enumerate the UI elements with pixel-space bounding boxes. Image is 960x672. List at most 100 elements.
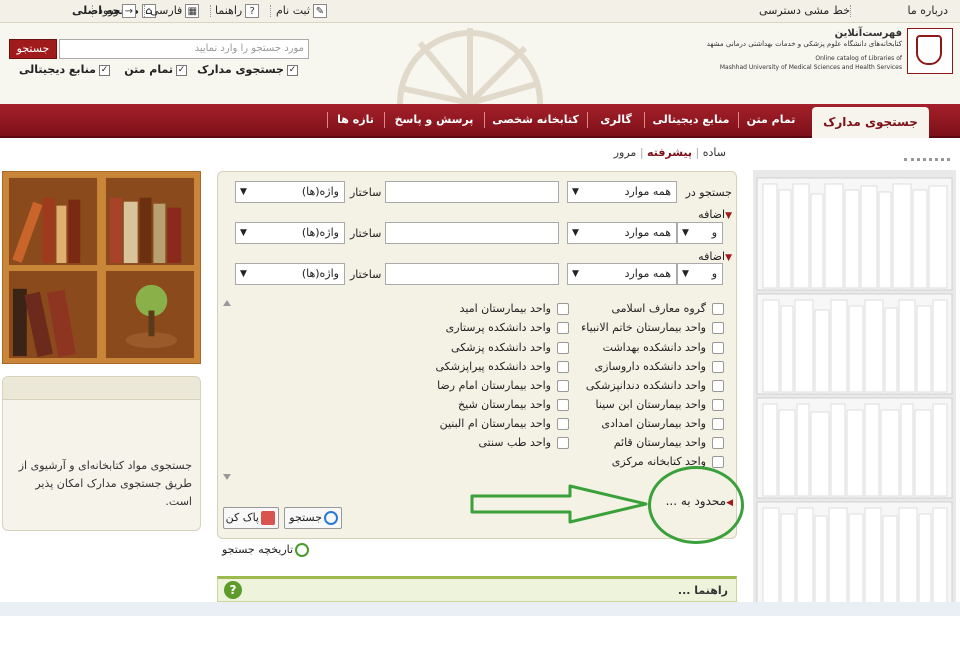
mode-advanced[interactable]: پیشرفته [647,146,692,159]
checkbox-icon [712,303,724,315]
dropdown-arrow-icon: ▼ [572,228,579,238]
search-text-1[interactable] [385,181,559,203]
checkbox-icon [712,418,724,430]
triangle-down-icon: ▼ [725,211,732,221]
quick-search-input[interactable]: مورد جستجو را وارد نمایید [59,39,309,59]
unit-checkbox[interactable]: واحد دانشکده داروسازی [595,360,724,373]
unit-checkbox[interactable]: واحد دانشکده پیراپزشکی [436,360,569,373]
operator-select-2[interactable]: و ▼ [677,222,723,244]
header: فهرست‌آنلاین کتابخانه‌های دانشگاه علوم پ… [0,23,960,104]
eraser-icon [261,511,275,525]
unit-checkbox[interactable]: واحد دانشکده دندانپزشکی [586,379,724,392]
words-select-1[interactable]: واژه(ها) ▼ [235,181,345,203]
access-policy-link[interactable]: خط مشی دسترسی [759,3,850,19]
about-link[interactable]: درباره ما [908,3,948,19]
checkbox-icon [557,361,569,373]
units-scrollbar[interactable] [222,296,232,484]
search-button[interactable]: جستجو [284,507,342,529]
field-select-1[interactable]: همه موارد ▼ [567,181,677,203]
help-link[interactable]: ?راهنما [215,3,260,19]
checkbox-icon [712,437,724,449]
edit-icon: ✎ [312,4,327,18]
footer-strip [0,602,960,616]
checkbox-icon [557,380,569,392]
words-select-3[interactable]: واژه(ها) ▼ [235,263,345,285]
unit-checkbox[interactable]: واحد بیمارستان خاتم الانبیاء [581,321,724,334]
tab-personal-library[interactable]: کتابخانه شخصی [485,104,586,136]
tab-fulltext[interactable]: تمام متن [739,104,803,136]
unit-checkbox[interactable]: گروه معارف اسلامی [611,302,724,315]
tab-document-search[interactable]: جستجوی مدارک [812,107,929,138]
mode-browse[interactable]: مرور [614,146,637,159]
field-select-3[interactable]: همه موارد ▼ [567,263,677,285]
field-select-2[interactable]: همه موارد ▼ [567,222,677,244]
quick-search-button[interactable]: جستجو [9,39,57,59]
decorative-wheel-icon [397,28,543,104]
unit-checkbox[interactable]: واحد بیمارستان ام البنین [440,417,569,430]
unit-checkbox[interactable]: واحد دانشکده بهداشت [603,341,724,354]
help-bar[interactable]: راهنما ... ? [217,576,737,602]
info-box: جستجوی مواد کتابخانه‌ای و آرشیوی از طریق… [2,376,201,531]
add-row-link-2[interactable]: ▼اضافه [698,250,732,263]
tab-digital-resources[interactable]: منابع دیجیتالی [645,104,737,136]
bookshelf-image [753,170,956,610]
checkbox-icon [712,361,724,373]
register-link[interactable]: ✎ثبت نام [276,3,327,19]
dropdown-arrow-icon: ▼ [572,269,579,279]
checkbox-icon [712,380,724,392]
add-row-link-1[interactable]: ▼اضافه [698,208,732,221]
clear-button[interactable]: پاک کن [223,507,279,529]
dropdown-arrow-icon: ▼ [240,228,247,238]
tab-gallery[interactable]: گالری [588,104,644,136]
unit-checkbox[interactable]: واحد طب سنتی [478,436,569,449]
tab-new-items[interactable]: تازه ها [328,104,383,136]
dropdown-arrow-icon: ▼ [572,187,579,197]
checkbox-checked-icon: ✓ [99,64,110,76]
checkbox-icon [712,342,724,354]
login-link[interactable]: →ورود [98,3,136,19]
search-text-2[interactable] [385,222,559,244]
checkbox-icon [712,322,724,334]
checkbox-icon [712,456,724,468]
unit-checkbox[interactable]: واحد بیمارستان ابن سینا [596,398,724,411]
structure-label-1: ساختار [350,186,382,199]
unit-checkbox[interactable]: واحد بیمارستان امدادی [601,417,724,430]
operator-select-3[interactable]: و ▼ [677,263,723,285]
check-fulltext[interactable]: ✓تمام متن [124,63,187,76]
checkbox-icon [557,437,569,449]
search-text-3[interactable] [385,263,559,285]
question-icon: ? [245,4,260,18]
checkbox-checked-icon: ✓ [287,64,298,76]
search-history-link[interactable]: تاریخچه جستجو [222,543,310,557]
check-documents[interactable]: ✓جستجوی مدارک [197,63,298,76]
search-in-label: جستجو در [685,186,732,199]
words-select-2[interactable]: واژه(ها) ▼ [235,222,345,244]
mode-simple[interactable]: ساده [703,146,726,159]
checkbox-icon [557,342,569,354]
dropdown-arrow-icon: ▼ [240,269,247,279]
checkbox-icon [557,303,569,315]
annotation-arrow-icon [470,484,648,524]
unit-checkbox[interactable]: واحد دانشکده پرستاری [446,321,569,334]
language-link[interactable]: ▦فارسی [150,3,200,19]
structure-label-3: ساختار [350,268,382,281]
help-title: راهنما ... [677,584,728,597]
annotation-circle [648,466,744,544]
dropdown-arrow-icon: ▼ [240,187,247,197]
dots-decoration [904,158,950,165]
logo-subtitle-fa: کتابخانه‌های دانشگاه علوم پزشکی و خدمات … [706,40,902,48]
unit-checkbox[interactable]: واحد دانشکده پزشکی [451,341,569,354]
unit-checkbox[interactable]: واحد بیمارستان قائم [614,436,724,449]
tab-qa[interactable]: پرسش و پاسخ [385,104,483,136]
unit-checkbox[interactable]: واحد بیمارستان شیخ [458,398,569,411]
unit-checkbox[interactable]: واحد بیمارستان امید [460,302,569,315]
check-digital[interactable]: ✓منابع دیجیتالی [19,63,110,76]
keyboard-icon: ▦ [185,4,200,18]
unit-checkbox[interactable]: واحد بیمارستان امام رضا [437,379,569,392]
help-question-icon: ? [224,581,242,599]
dropdown-arrow-icon: ▼ [682,269,689,279]
unit-checkbox[interactable]: واحد کتابخانه مرکزی [612,455,724,468]
info-text: جستجوی مواد کتابخانه‌ای و آرشیوی از طریق… [18,459,192,508]
structure-label-2: ساختار [350,227,382,240]
logo-subtitle-en1: Online catalog of Libraries of [815,55,902,62]
